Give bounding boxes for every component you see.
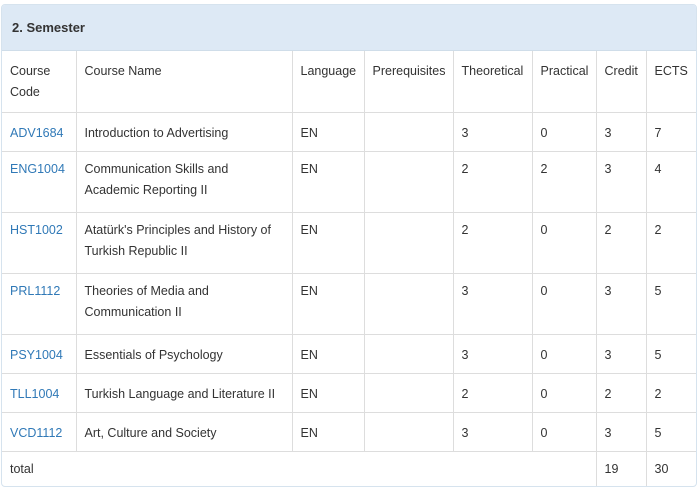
course-code-link[interactable]: PRL1112 <box>10 284 60 298</box>
theoretical-cell: 2 <box>453 373 533 413</box>
credit-cell: 3 <box>596 412 647 452</box>
course-code-link[interactable]: HST1002 <box>10 223 63 237</box>
table-row: ENG1004 Communication Skills and Academi… <box>2 151 696 213</box>
prerequisites-cell <box>364 112 454 152</box>
language-cell: EN <box>292 334 365 374</box>
column-header-language: Language <box>292 51 365 113</box>
credit-cell: 2 <box>596 212 647 274</box>
ects-cell: 5 <box>646 412 696 452</box>
course-name-cell: Atatürk's Principles and History of Turk… <box>76 212 293 274</box>
course-name-cell: Theories of Media and Communication II <box>76 273 293 335</box>
language-cell: EN <box>292 151 365 213</box>
course-code-cell: ENG1004 <box>2 151 77 213</box>
credit-cell: 2 <box>596 373 647 413</box>
course-name-cell: Introduction to Advertising <box>76 112 293 152</box>
course-code-link[interactable]: TLL1004 <box>10 387 59 401</box>
ects-cell: 5 <box>646 273 696 335</box>
practical-cell: 0 <box>532 112 597 152</box>
practical-cell: 2 <box>532 151 597 213</box>
language-cell: EN <box>292 373 365 413</box>
total-label: total <box>2 451 597 486</box>
ects-cell: 5 <box>646 334 696 374</box>
total-ects: 30 <box>654 461 669 476</box>
theoretical-cell: 2 <box>453 151 533 213</box>
course-name-cell: Essentials of Psychology <box>76 334 293 374</box>
column-header-credit: Credit <box>596 51 647 113</box>
course-code-link[interactable]: PSY1004 <box>10 348 63 362</box>
table-row: ADV1684 Introduction to Advertising EN 3… <box>2 112 696 152</box>
prerequisites-cell <box>364 334 454 374</box>
column-header-prerequisites: Prerequisites <box>364 51 454 113</box>
course-code-cell: VCD1112 <box>2 412 77 452</box>
column-header-code: Course Code <box>2 51 77 113</box>
practical-cell: 0 <box>532 212 597 274</box>
course-name-cell: Turkish Language and Literature II <box>76 373 293 413</box>
theoretical-cell: 3 <box>453 112 533 152</box>
language-cell: EN <box>292 212 365 274</box>
prerequisites-cell <box>364 412 454 452</box>
credit-cell: 3 <box>596 273 647 335</box>
column-header-practical: Practical <box>532 51 597 113</box>
theoretical-cell: 3 <box>453 334 533 374</box>
ects-cell: 2 <box>646 373 696 413</box>
course-code-cell: HST1002 <box>2 212 77 274</box>
table-row: TLL1004 Turkish Language and Literature … <box>2 373 696 413</box>
language-cell: EN <box>292 273 365 335</box>
course-code-link[interactable]: VCD1112 <box>10 426 62 440</box>
practical-cell: 0 <box>532 373 597 413</box>
prerequisites-cell <box>364 212 454 274</box>
course-name-cell: Communication Skills and Academic Report… <box>76 151 293 213</box>
course-code-cell: PSY1004 <box>2 334 77 374</box>
course-code-cell: ADV1684 <box>2 112 77 152</box>
table-row: PSY1004 Essentials of Psychology EN 3 0 … <box>2 334 696 374</box>
theoretical-cell: 3 <box>453 412 533 452</box>
table-row: PRL1112 Theories of Media and Communicat… <box>2 273 696 335</box>
course-code-link[interactable]: ENG1004 <box>10 162 65 176</box>
course-name-cell: Art, Culture and Society <box>76 412 293 452</box>
practical-cell: 0 <box>532 412 597 452</box>
column-header-ects: ECTS <box>646 51 696 113</box>
course-code-link[interactable]: ADV1684 <box>10 126 64 140</box>
theoretical-cell: 3 <box>453 273 533 335</box>
table-row: HST1002 Atatürk's Principles and History… <box>2 212 696 274</box>
panel-title: 2. Semester <box>2 5 696 51</box>
total-credit: 19 <box>596 451 647 486</box>
semester-panel: 2. Semester Course Code Course Name Lang… <box>1 4 697 487</box>
credit-cell: 3 <box>596 112 647 152</box>
table-header-row: Course Code Course Name Language Prerequ… <box>2 51 696 113</box>
total-row: total 19 30 <box>2 451 696 486</box>
column-header-theoretical: Theoretical <box>453 51 533 113</box>
credit-cell: 3 <box>596 334 647 374</box>
table-row: VCD1112 Art, Culture and Society EN 3 0 … <box>2 412 696 452</box>
ects-cell: 2 <box>646 212 696 274</box>
theoretical-cell: 2 <box>453 212 533 274</box>
ects-cell: 4 <box>646 151 696 213</box>
prerequisites-cell <box>364 273 454 335</box>
prerequisites-cell <box>364 373 454 413</box>
course-code-cell: TLL1004 <box>2 373 77 413</box>
practical-cell: 0 <box>532 273 597 335</box>
practical-cell: 0 <box>532 334 597 374</box>
language-cell: EN <box>292 112 365 152</box>
column-header-name: Course Name <box>76 51 293 113</box>
course-table: Course Code Course Name Language Prerequ… <box>2 51 696 486</box>
language-cell: EN <box>292 412 365 452</box>
credit-cell: 3 <box>596 151 647 213</box>
course-code-cell: PRL1112 <box>2 273 77 335</box>
ects-cell: 7 <box>646 112 696 152</box>
prerequisites-cell <box>364 151 454 213</box>
